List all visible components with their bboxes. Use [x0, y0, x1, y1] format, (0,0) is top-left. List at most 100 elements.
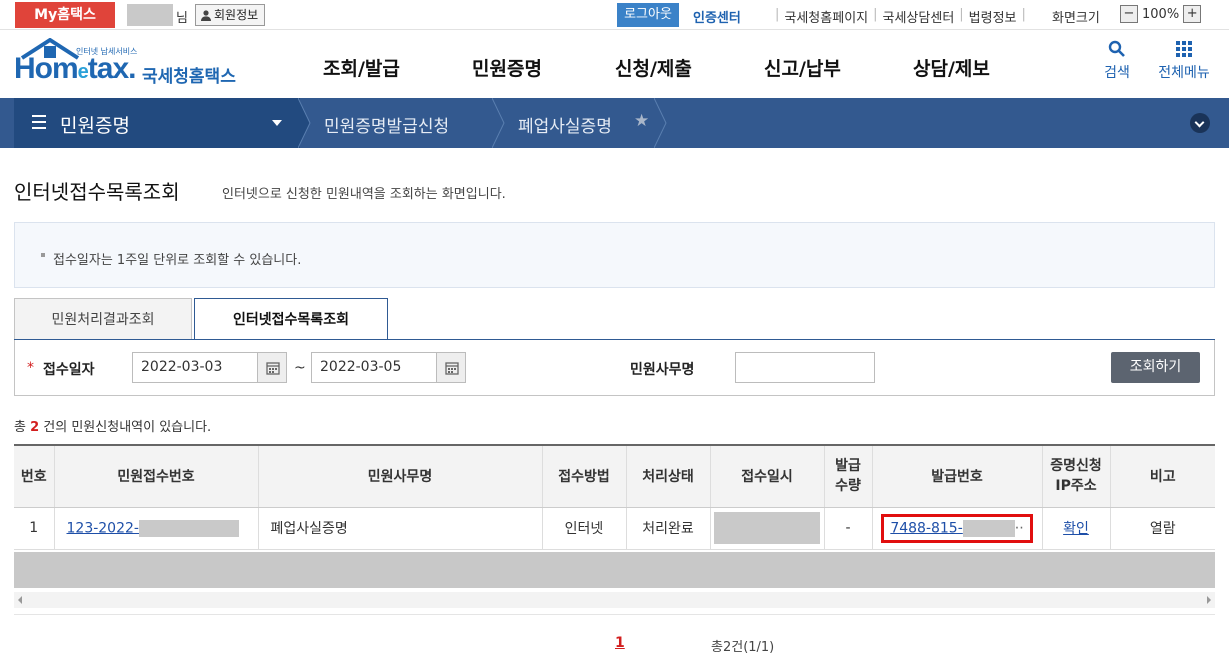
nts-homepage-link[interactable]: 국세청홈페이지 [784, 7, 868, 26]
cell-office: 폐업사실증명 [257, 507, 542, 550]
table-row: 1 123-2022- 폐업사실증명 인터넷 처리완료 - 7488-815- ·… [14, 507, 1215, 550]
to-date-input[interactable]: 2022-03-05 [311, 352, 437, 383]
cell-datetime [709, 507, 824, 550]
col-header-status: 처리상태 [625, 445, 710, 508]
divider: | [873, 7, 878, 22]
location-section-dropdown[interactable]: 민원증명 [14, 98, 300, 148]
masked-row [14, 552, 1215, 588]
tab-internet-receipt[interactable]: 인터넷접수목록조회 [194, 298, 388, 341]
logo-wordmark: Hometax. [14, 52, 136, 86]
tab-result-inquiry[interactable]: 민원처리결과조회 [14, 298, 192, 340]
cell-method: 인터넷 [541, 507, 626, 550]
person-icon [201, 10, 211, 21]
col-header-issue-no: 발급번호 [871, 445, 1042, 508]
from-calendar-button[interactable] [257, 352, 287, 383]
receipt-table: 번호 민원접수번호 민원사무명 접수방법 처리상태 접수일시 발급 수량 발급번… [14, 444, 1215, 550]
grid-icon [1176, 41, 1192, 57]
user-suffix: 님 [176, 11, 188, 26]
to-calendar-button[interactable] [436, 352, 466, 383]
col-header-receipt-no: 민원접수번호 [53, 445, 258, 508]
scroll-left-icon[interactable] [18, 596, 22, 604]
location-item-closure[interactable]: 폐업사실증명 [518, 112, 612, 137]
col-header-qty: 발급 수량 [823, 445, 872, 508]
star-icon[interactable]: ★ [634, 111, 649, 131]
col-header-no: 번호 [14, 445, 54, 508]
date-range-separator: ~ [294, 360, 306, 376]
chevron-right-icon [492, 98, 505, 148]
page-title: 인터넷접수목록조회 [14, 180, 180, 204]
gnb-apply[interactable]: 신청/제출 [615, 54, 715, 81]
caret-down-icon [272, 120, 282, 126]
gnb-report-pay[interactable]: 신고/납부 [764, 54, 864, 81]
zoom-value: 100% [1142, 6, 1180, 22]
logo-e: e [77, 61, 89, 83]
from-date-input[interactable]: 2022-03-03 [132, 352, 258, 383]
cell-no: 1 [14, 507, 54, 550]
search-form: * 접수일자 2022-03-03 ~ 2022-03-05 민원사무명 조회하… [14, 340, 1215, 396]
my-hometax-button[interactable]: My홈택스 [15, 2, 115, 28]
nts-counsel-link[interactable]: 국세상담센터 [883, 7, 955, 26]
calendar-icon [445, 362, 459, 375]
issue-no-link[interactable]: 7488-815- [890, 520, 962, 536]
member-info-label: 회원정보 [214, 8, 259, 22]
horizontal-scrollbar[interactable] [14, 592, 1215, 608]
search-label: 검색 [1104, 65, 1130, 81]
count-prefix: 총 [14, 420, 26, 435]
page-link-current[interactable]: 1 [615, 635, 625, 651]
location-item-apply[interactable]: 민원증명발급신청 [324, 112, 449, 137]
utility-bar: My홈택스 님 회원정보 로그아웃 인증센터 | 국세청홈페이지 | 국세상담센… [0, 0, 1229, 30]
law-info-link[interactable]: 법령정보 [969, 7, 1017, 26]
issue-no-masked [962, 519, 1015, 537]
divider: | [1021, 7, 1026, 22]
zoom-in-button[interactable]: + [1183, 5, 1202, 23]
cert-center-link[interactable]: 인증센터 [693, 7, 741, 26]
chevron-right-icon [654, 98, 667, 148]
location-section-label: 민원증명 [60, 115, 130, 137]
all-menu-button[interactable]: 전체메뉴 [1152, 40, 1216, 82]
divider: | [775, 7, 780, 22]
cell-ip: 확인 [1041, 507, 1110, 550]
location-bar: 민원증명 민원증명발급신청 폐업사실증명 ★ [0, 98, 1229, 148]
cell-issue-no: 7488-815- ·· [871, 507, 1042, 550]
ip-confirm-link[interactable]: 확인 [1063, 521, 1089, 537]
scroll-right-icon[interactable] [1207, 596, 1211, 604]
zoom-out-button[interactable]: − [1120, 5, 1138, 23]
receipt-no-link[interactable]: 123-2022- [67, 520, 139, 536]
util-links: | 국세청홈페이지 | 국세상담센터 | 법령정보 | [770, 7, 1031, 26]
col-header-note: 비고 [1109, 445, 1215, 508]
col-header-method: 접수방법 [541, 445, 626, 508]
zoom-control: − 100% + [1120, 5, 1202, 23]
info-box: 접수일자는 1주일 단위로 조회할 수 있습니다. [14, 222, 1215, 288]
receipt-no-masked [138, 519, 239, 537]
date-label: 접수일자 [43, 362, 95, 378]
logo-home: Hom [14, 52, 79, 85]
chevron-right-icon [298, 98, 311, 148]
chevron-down-icon[interactable] [1190, 113, 1210, 133]
all-menu-label: 전체메뉴 [1158, 65, 1210, 81]
result-count: 총 2 건의 민원신청내역이 있습니다. [14, 416, 211, 435]
search-button[interactable]: 검색 [1100, 40, 1134, 82]
member-info-button[interactable]: 회원정보 [195, 4, 266, 26]
bullet-icon [41, 253, 45, 257]
cell-qty: - [823, 507, 872, 550]
logout-button[interactable]: 로그아웃 [617, 3, 679, 27]
search-icon [1108, 40, 1125, 57]
logo-korean: 국세청홈택스 [142, 67, 236, 87]
col-header-office: 민원사무명 [257, 445, 542, 508]
gnb-counsel[interactable]: 상담/제보 [913, 54, 1013, 81]
pagination-total: 총2건(1/1) [711, 640, 775, 655]
user-name-masked [127, 4, 173, 26]
gnb-inquiry[interactable]: 조회/발급 [323, 54, 423, 81]
hometax-logo[interactable]: 인터넷 납세서비스 Hometax. 국세청홈택스 [14, 38, 244, 90]
issue-no-highlight: 7488-815- ·· [881, 513, 1033, 543]
divider [14, 614, 1215, 615]
cell-status: 처리완료 [625, 507, 710, 550]
count-suffix: 건의 민원신청내역이 있습니다. [43, 420, 212, 435]
office-name-input[interactable] [735, 352, 875, 383]
office-name-label: 민원사무명 [630, 362, 695, 378]
page-description: 인터넷으로 신청한 민원내역을 조회하는 화면입니다. [222, 187, 506, 202]
required-mark: * [27, 360, 34, 376]
search-submit-button[interactable]: 조회하기 [1111, 352, 1200, 383]
count-value: 2 [30, 420, 40, 435]
gnb-certificate[interactable]: 민원증명 [472, 54, 572, 81]
